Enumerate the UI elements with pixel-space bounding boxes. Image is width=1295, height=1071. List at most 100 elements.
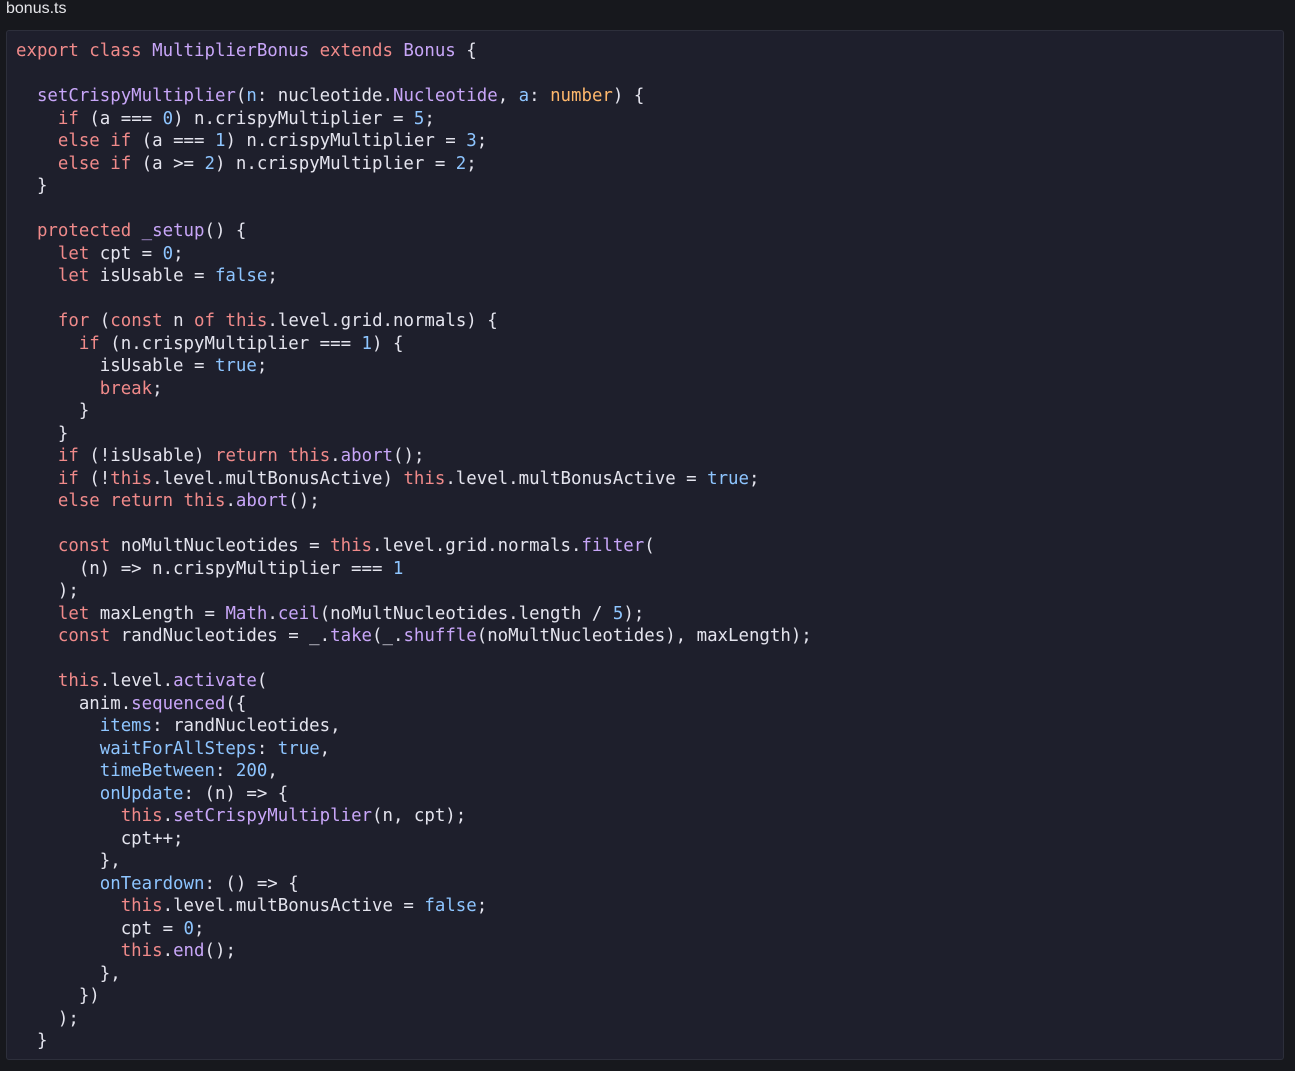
code-line: let maxLength = Math.ceil(noMultNucleoti… [16, 603, 812, 626]
code-token: . [162, 806, 174, 826]
code-token: ( [644, 536, 655, 556]
code-line: if (!this.level.multBonusActive) this.le… [16, 468, 812, 491]
code-token: Nucleotide [392, 86, 498, 106]
code-line: else return this.abort(); [16, 490, 812, 513]
code-line: protected _setup() { [16, 220, 812, 243]
code-token: MultiplierBonus [152, 41, 310, 61]
code-content: export class MultiplierBonus extends Bon… [16, 40, 812, 1053]
file-header: bonus.ts [0, 0, 1295, 24]
code-token: maxLength = [89, 603, 226, 624]
code-token: else if [57, 153, 132, 174]
code-token: number [550, 86, 613, 106]
code-token: (a === [78, 108, 163, 129]
code-token: .level.multBonusActive = [445, 468, 708, 489]
code-token: } [16, 423, 69, 444]
code-token: : () => { [204, 873, 299, 894]
code-line: isUsable = true; [16, 355, 812, 378]
code-token: (a === [131, 131, 215, 151]
code-token: if [57, 108, 79, 129]
code-line: } [16, 1030, 812, 1053]
code-line: cpt = 0; [16, 918, 812, 941]
code-token: : [214, 761, 236, 781]
code-token: items [99, 716, 153, 736]
code-line: }, [16, 850, 812, 873]
code-token: .level. [99, 671, 174, 691]
code-token: this [330, 536, 373, 556]
code-token: this [120, 806, 163, 826]
code-token: () { [204, 221, 247, 241]
code-line: let cpt = 0; [16, 243, 812, 266]
code-token: Math [225, 603, 268, 624]
code-line: this.end(); [16, 940, 812, 963]
code-token: isUsable = [16, 356, 215, 376]
code-token: const [110, 311, 163, 331]
code-token: (n.crispyMultiplier === [99, 333, 362, 354]
code-line: if (n.crispyMultiplier === 1) { [16, 333, 812, 356]
code-token: this [403, 468, 446, 489]
code-token: isUsable = [89, 266, 215, 286]
code-token: end [173, 941, 205, 961]
code-token: (n, cpt); [372, 806, 467, 826]
code-token: let [57, 603, 90, 624]
code-token: } [16, 1031, 48, 1051]
code-token: (n) => n.crispyMultiplier === [16, 558, 393, 579]
code-token: a [518, 86, 530, 106]
code-token: let [57, 266, 90, 286]
code-token: cpt = [16, 918, 184, 939]
code-line: let isUsable = false; [16, 265, 812, 288]
code-token: : randNucleotides, [152, 716, 341, 736]
code-token: ; [466, 153, 477, 174]
code-token: ; [194, 918, 205, 939]
code-line: timeBetween: 200, [16, 760, 812, 783]
code-token: (); [288, 491, 320, 511]
code-token: Bonus [403, 41, 456, 61]
code-line: anim.sequenced({ [16, 693, 812, 716]
code-token: (! [78, 468, 111, 489]
code-token: (!isUsable) [78, 446, 215, 466]
code-token: ; [267, 266, 278, 286]
code-token: if [57, 468, 79, 489]
code-line: else if (a >= 2) n.crispyMultiplier = 2; [16, 153, 812, 176]
code-token: }, [16, 851, 121, 871]
code-token: .level.grid.normals. [372, 536, 582, 556]
code-token: this [288, 446, 331, 466]
code-token: 1 [392, 558, 404, 579]
code-line: } [16, 400, 812, 423]
code-token: 5 [612, 603, 624, 624]
code-line: for (const n of this.level.grid.normals)… [16, 310, 812, 333]
code-token: else return [57, 491, 174, 511]
code-token: ( [256, 671, 268, 691]
code-token: ; [152, 378, 163, 399]
code-line: this.level.activate( [16, 670, 812, 693]
code-line: break; [16, 378, 812, 401]
code-token: break [99, 378, 153, 399]
code-line: setCrispyMultiplier(n: nucleotide.Nucleo… [16, 85, 812, 108]
code-token: this [120, 896, 163, 916]
code-token: this [225, 311, 268, 331]
code-token: else if [57, 131, 132, 151]
code-token: 3 [466, 131, 477, 151]
code-token: setCrispyMultiplier [36, 86, 236, 106]
code-token: timeBetween [99, 761, 215, 781]
code-block[interactable]: export class MultiplierBonus extends Bon… [6, 30, 1284, 1060]
code-token: (); [204, 941, 236, 961]
code-token: true [707, 468, 749, 489]
code-token: 2 [204, 153, 215, 174]
code-line: }) [16, 985, 812, 1008]
code-token: waitForAllSteps [99, 738, 257, 759]
code-token: protected [36, 221, 132, 241]
code-token: . [330, 446, 341, 466]
code-token: ) { [372, 333, 404, 354]
